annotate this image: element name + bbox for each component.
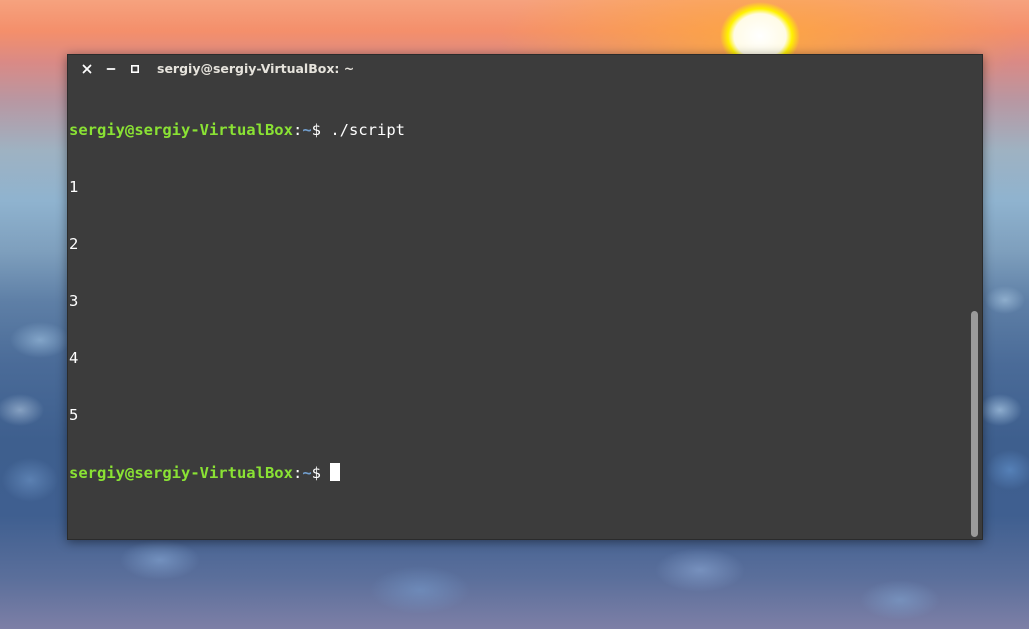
prompt-separator: : — [292, 464, 303, 482]
command-text: ./script — [330, 121, 405, 139]
scrollbar-thumb[interactable] — [971, 311, 978, 537]
terminal-window[interactable]: sergiy@sergiy-VirtualBox: ~ sergiy@sergi… — [67, 54, 983, 540]
output-line: 4 — [69, 349, 79, 367]
prompt-user: sergiy@sergiy-VirtualBox — [69, 464, 293, 482]
title-bar[interactable]: sergiy@sergiy-VirtualBox: ~ — [68, 55, 982, 83]
prompt-separator: : — [292, 121, 303, 139]
output-line: 1 — [69, 178, 79, 196]
prompt-line-command: sergiy@sergiy-VirtualBox:~$ ./script — [69, 121, 969, 140]
minimize-button[interactable] — [103, 61, 119, 77]
maximize-icon — [130, 64, 140, 74]
prompt-symbol: $ — [311, 464, 331, 482]
prompt-symbol: $ — [311, 121, 331, 139]
minimize-icon — [106, 64, 116, 74]
maximize-button[interactable] — [127, 61, 143, 77]
output-line: 3 — [69, 292, 79, 310]
scrollbar[interactable] — [971, 83, 979, 539]
window-title: sergiy@sergiy-VirtualBox: ~ — [157, 61, 355, 76]
prompt-line-current[interactable]: sergiy@sergiy-VirtualBox:~$ — [69, 463, 969, 482]
prompt-path: ~ — [302, 121, 312, 139]
output-line: 5 — [69, 406, 79, 424]
prompt-user: sergiy@sergiy-VirtualBox — [69, 121, 293, 139]
output-line: 2 — [69, 235, 79, 253]
text-cursor — [330, 463, 341, 481]
close-icon — [82, 64, 92, 74]
terminal-content[interactable]: sergiy@sergiy-VirtualBox:~$ ./script 1 2… — [69, 83, 969, 539]
close-button[interactable] — [79, 61, 95, 77]
prompt-path: ~ — [302, 464, 312, 482]
